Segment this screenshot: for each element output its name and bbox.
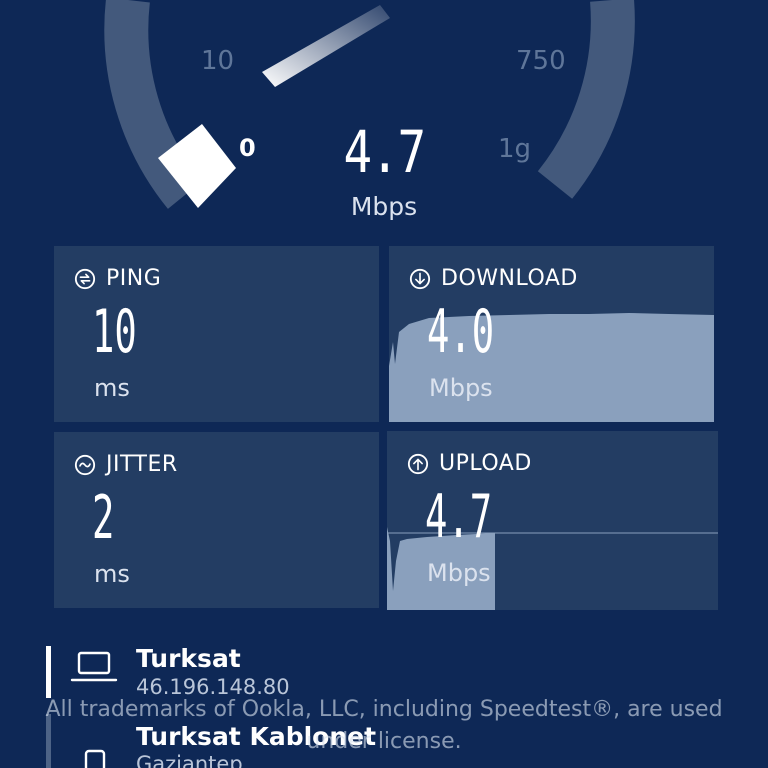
jitter-header: JITTER bbox=[74, 452, 178, 477]
jitter-label: JITTER bbox=[106, 452, 178, 477]
download-label: DOWNLOAD bbox=[441, 266, 578, 291]
gauge-tick-10: 10 bbox=[201, 46, 235, 76]
upload-value: 4.7 bbox=[425, 482, 493, 552]
ping-header: PING bbox=[74, 266, 161, 291]
trademark-line-1: All trademarks of Ookla, LLC, including … bbox=[45, 697, 723, 722]
gauge-speed-unit: Mbps bbox=[350, 192, 418, 221]
trademark-notice: All trademarks of Ookla, LLC, including … bbox=[0, 694, 768, 758]
download-unit: Mbps bbox=[429, 374, 493, 402]
download-header: DOWNLOAD bbox=[409, 266, 578, 291]
ping-unit: ms bbox=[94, 374, 130, 402]
provider-name[interactable]: Turksat bbox=[136, 644, 241, 673]
jitter-value: 2 bbox=[92, 483, 115, 553]
gauge-needle bbox=[262, 5, 390, 87]
jitter-unit: ms bbox=[94, 560, 130, 588]
provider-indicator bbox=[46, 646, 51, 698]
ping-value: 10 bbox=[92, 297, 137, 367]
laptop-icon bbox=[70, 651, 118, 682]
speedtest-result-screen: 10 750 0 1g 4.7 Mbps PING 10 ms DOWNLOAD… bbox=[0, 0, 768, 768]
ping-icon bbox=[74, 268, 96, 289]
download-icon bbox=[409, 268, 431, 289]
upload-label: UPLOAD bbox=[439, 451, 532, 476]
upload-header: UPLOAD bbox=[407, 451, 532, 476]
gauge-tick-750: 750 bbox=[516, 46, 566, 76]
trademark-line-2: under license. bbox=[306, 729, 462, 754]
download-card: DOWNLOAD 4.0 Mbps bbox=[389, 246, 714, 422]
download-value: 4.0 bbox=[427, 297, 495, 367]
ping-card: PING 10 ms bbox=[54, 246, 379, 422]
gauge-speed-value: 4.7 bbox=[343, 118, 426, 186]
upload-unit: Mbps bbox=[427, 559, 491, 587]
jitter-card: JITTER 2 ms bbox=[54, 432, 379, 608]
upload-icon bbox=[407, 453, 429, 474]
jitter-icon bbox=[74, 454, 96, 475]
upload-card: UPLOAD 4.7 Mbps bbox=[387, 431, 718, 610]
ping-label: PING bbox=[106, 266, 162, 291]
